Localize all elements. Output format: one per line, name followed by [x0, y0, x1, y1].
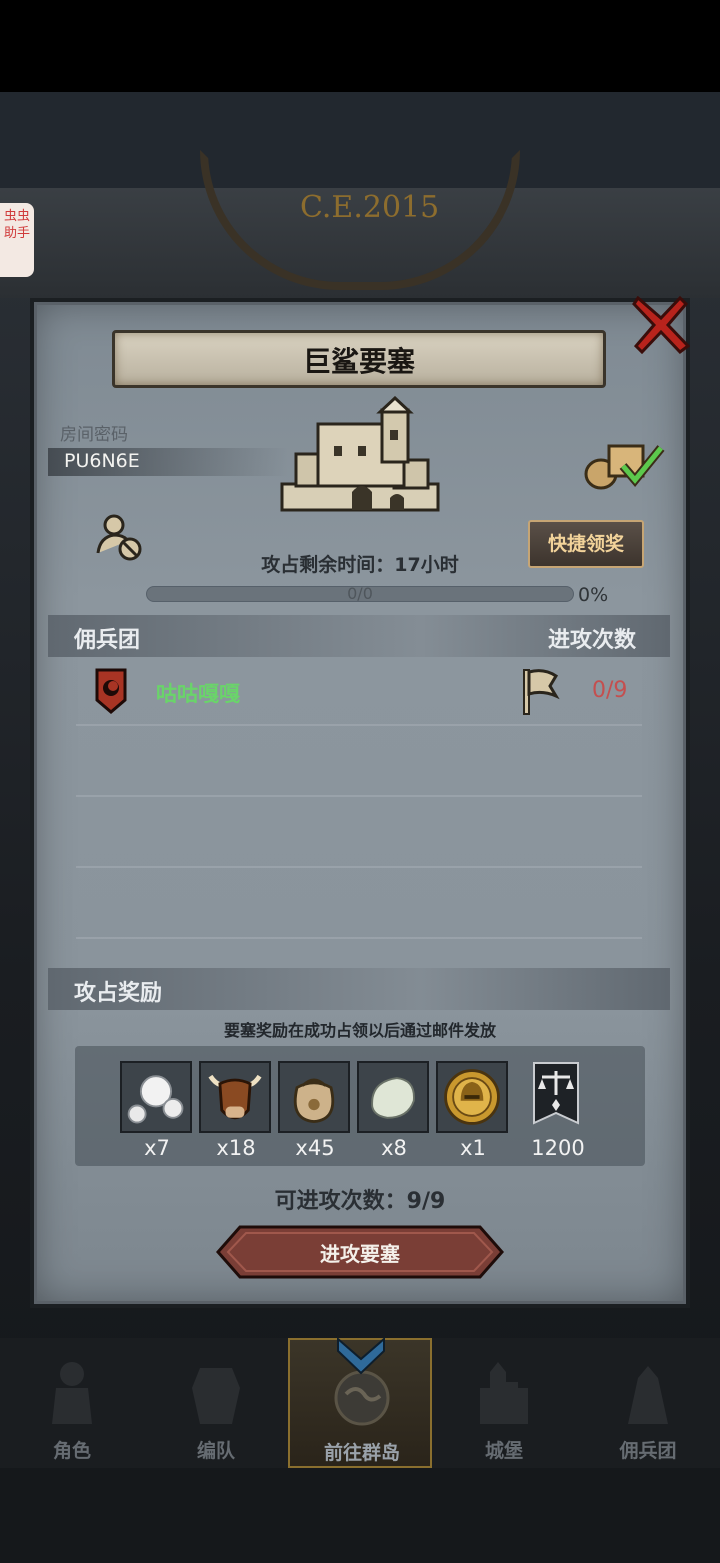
reward-qty: x18: [216, 1136, 256, 1160]
chevron-down-icon: [337, 1336, 385, 1375]
helmet-coin-icon[interactable]: [436, 1061, 508, 1133]
nav-label: 编队: [196, 1440, 235, 1462]
claimed-rewards-icon[interactable]: [583, 438, 665, 490]
quick-claim-button[interactable]: 快捷领奖: [528, 520, 644, 568]
reward-qty: x45: [295, 1136, 335, 1160]
room-password-value: PU6N6E: [64, 450, 140, 472]
flag-icon: [523, 669, 560, 715]
progress-percent: 0%: [578, 584, 609, 606]
rewards-section-title: 攻占奖励: [74, 981, 163, 1006]
nav-label: 佣兵团: [619, 1440, 677, 1462]
reward-qty: x8: [381, 1136, 407, 1160]
nav-label: 角色: [52, 1440, 91, 1462]
remaining-time: 攻占剩余时间：17小时: [261, 554, 459, 576]
person-blocked-icon[interactable]: [96, 513, 144, 561]
row-divider: [76, 866, 642, 868]
reward-qty: 1200: [531, 1136, 585, 1160]
guild-shield-icon: [95, 668, 127, 714]
fortress-title: 巨鲨要塞: [302, 345, 415, 378]
status-bar: [0, 0, 720, 92]
row-divider: [76, 795, 642, 797]
attack-fortress-label: 进攻要塞: [320, 1242, 400, 1266]
armor-icon: [192, 1368, 240, 1424]
mercenary-icon: [628, 1366, 668, 1424]
close-icon[interactable]: [632, 296, 690, 354]
nav-formation[interactable]: 编队: [144, 1338, 288, 1468]
pearl-icon[interactable]: [120, 1061, 192, 1133]
nav-label: 城堡: [484, 1440, 523, 1462]
reward-qty: x1: [460, 1136, 486, 1160]
nav-role[interactable]: 角色: [0, 1338, 144, 1468]
justice-banner-icon[interactable]: [520, 1061, 592, 1133]
map-year-label: C.E.2015: [300, 190, 440, 225]
row-divider: [76, 724, 642, 726]
guild-attack-count: 0/9: [592, 678, 628, 703]
guild-name: 咕咕嘎嘎: [156, 682, 240, 706]
reward-qty: x7: [144, 1136, 170, 1160]
helper-tab[interactable]: 虫虫助手: [0, 203, 34, 277]
room-password-label: 房间密码: [60, 425, 128, 445]
knight-icon: [52, 1362, 92, 1424]
stone-icon[interactable]: [357, 1061, 429, 1133]
ox-icon[interactable]: [199, 1061, 271, 1133]
nav-castle[interactable]: 城堡: [432, 1338, 576, 1468]
attacks-remaining: 可进攻次数：9/9: [274, 1189, 446, 1214]
nav-label: 前往群岛: [323, 1442, 400, 1464]
progress-text: 0/0: [347, 584, 373, 603]
rewards-hint: 要塞奖励在成功占领以后通过邮件发放: [223, 1021, 496, 1040]
mercenary-section-title: 佣兵团: [74, 628, 141, 653]
sack-icon[interactable]: [278, 1061, 350, 1133]
attack-count-header: 进攻次数: [548, 628, 637, 653]
castle-icon: [480, 1362, 528, 1424]
bottom-filler: [0, 1468, 720, 1563]
fortress-castle-icon: [280, 396, 440, 512]
nav-mercenary[interactable]: 佣兵团: [576, 1338, 720, 1468]
row-divider: [76, 937, 642, 939]
